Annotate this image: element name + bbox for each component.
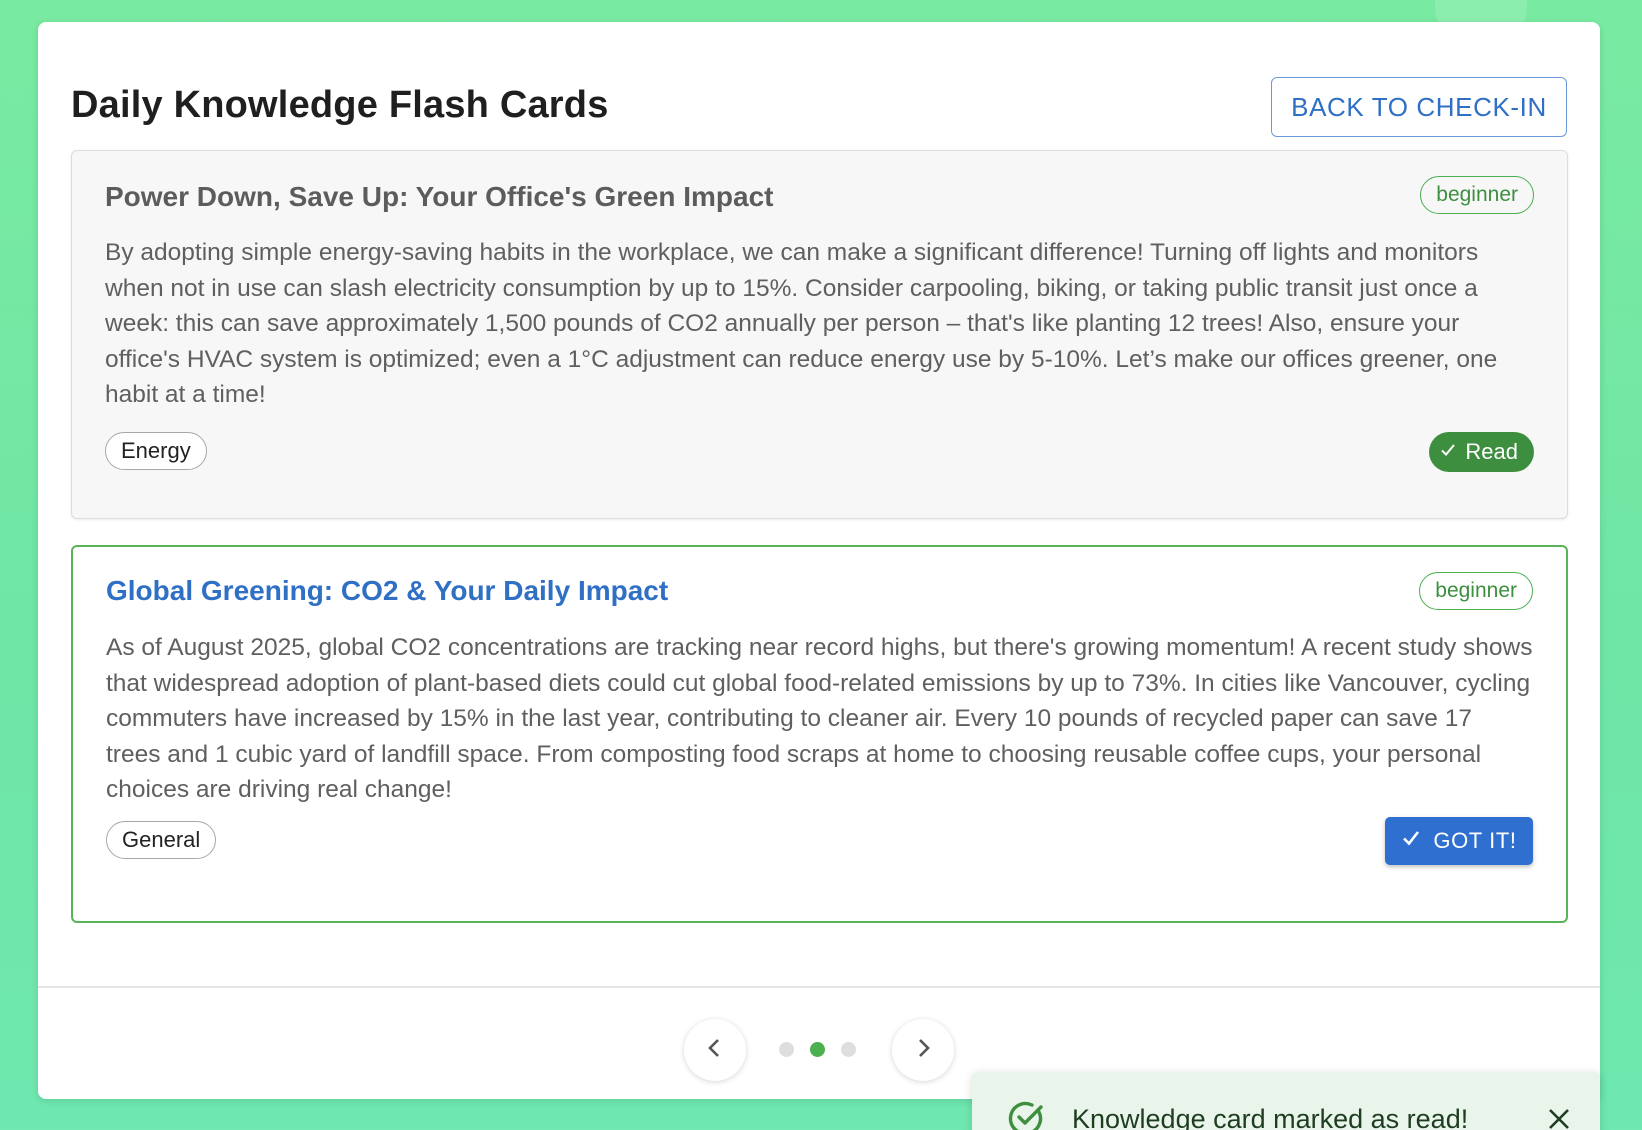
- page-title: Daily Knowledge Flash Cards: [71, 84, 609, 126]
- previous-card-button[interactable]: [684, 1019, 746, 1081]
- pagination-dot-2-active[interactable]: [810, 1042, 825, 1057]
- topic-chip: General: [106, 821, 217, 859]
- pagination-dot-1[interactable]: [779, 1042, 794, 1057]
- topic-chip: Energy: [105, 432, 207, 470]
- toast-message: Knowledge card marked as read!: [1072, 1104, 1469, 1130]
- got-it-button[interactable]: GOT IT!: [1385, 817, 1533, 865]
- read-status-badge: Read: [1429, 432, 1534, 472]
- level-badge: beginner: [1419, 572, 1533, 610]
- close-icon[interactable]: [1546, 1106, 1572, 1130]
- flash-card-active: Global Greening: CO2 & Your Daily Impact…: [71, 545, 1568, 923]
- toast-notification: Knowledge card marked as read!: [972, 1072, 1600, 1130]
- card-title: Global Greening: CO2 & Your Daily Impact: [106, 575, 669, 606]
- got-it-label: GOT IT!: [1433, 828, 1517, 853]
- checkmark-icon: [1439, 439, 1457, 465]
- card-title: Power Down, Save Up: Your Office's Green…: [105, 181, 774, 212]
- card-body: As of August 2025, global CO2 concentrat…: [106, 634, 1533, 803]
- read-status-label: Read: [1465, 439, 1518, 464]
- flash-card-read: Power Down, Save Up: Your Office's Green…: [71, 150, 1568, 519]
- flash-cards-panel: Daily Knowledge Flash Cards BACK TO CHEC…: [38, 22, 1600, 1099]
- pagination-dot-3[interactable]: [841, 1042, 856, 1057]
- next-card-button[interactable]: [892, 1019, 954, 1081]
- check-circle-icon: [1006, 1098, 1046, 1130]
- chevron-right-icon: [911, 1036, 935, 1065]
- footer-divider: [38, 986, 1600, 988]
- card-body: By adopting simple energy-saving habits …: [105, 239, 1498, 408]
- chevron-left-icon: [703, 1036, 727, 1065]
- level-badge: beginner: [1420, 176, 1534, 214]
- back-to-check-in-button[interactable]: BACK TO CHECK-IN: [1271, 77, 1567, 137]
- checkmark-icon: [1401, 828, 1421, 854]
- header: Daily Knowledge Flash Cards BACK TO CHEC…: [71, 52, 1567, 138]
